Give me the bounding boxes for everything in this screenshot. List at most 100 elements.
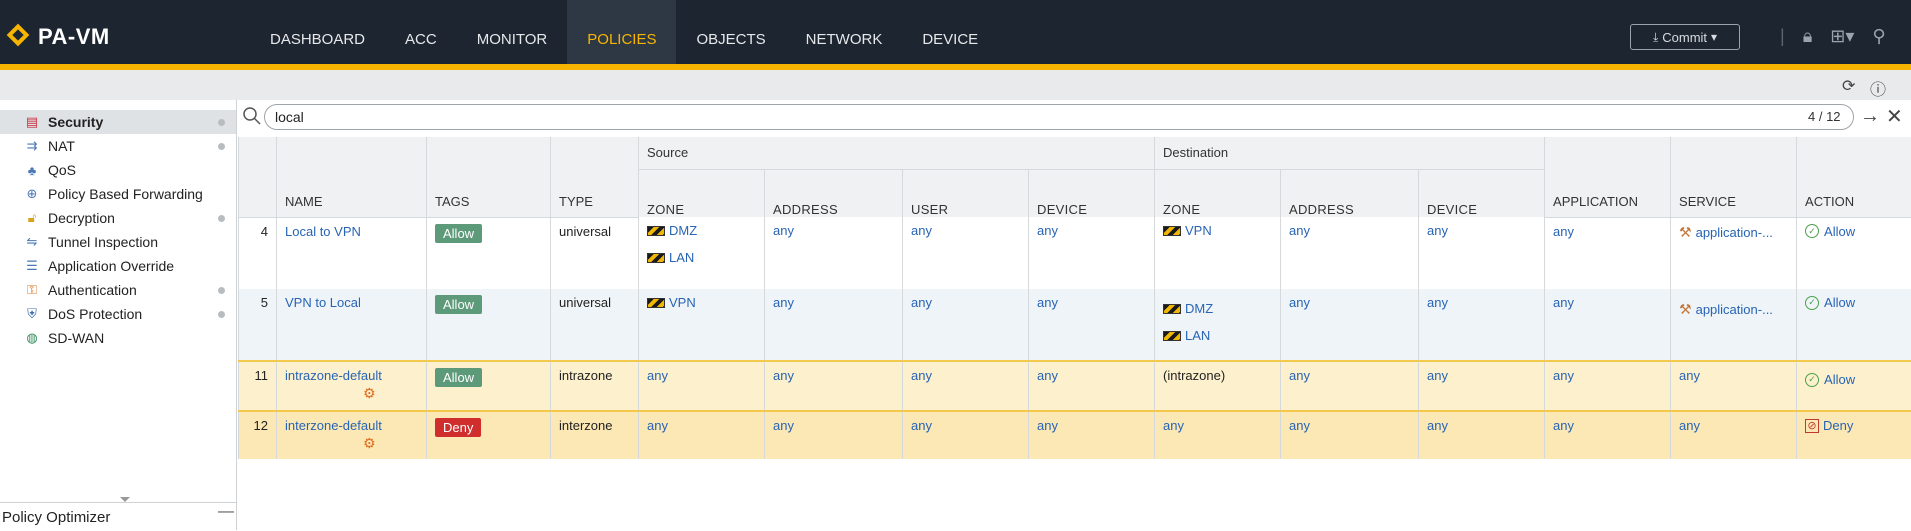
application-link[interactable]: any	[1553, 418, 1574, 433]
logo[interactable]: PA-VM	[8, 24, 110, 50]
tab-device[interactable]: DEVICE	[902, 0, 998, 64]
tag-badge[interactable]: Deny	[435, 418, 481, 437]
zone-link[interactable]: VPN	[669, 295, 696, 310]
source-address-link[interactable]: any	[773, 295, 794, 310]
service-link[interactable]: any	[1679, 418, 1700, 433]
clear-filter-close-icon[interactable]: ✕	[1886, 104, 1903, 129]
tab-objects[interactable]: OBJECTS	[676, 0, 785, 64]
next-match-arrow-icon[interactable]: →	[1860, 105, 1880, 128]
zone-icon	[647, 226, 665, 236]
tab-dashboard[interactable]: DASHBOARD	[250, 0, 385, 64]
tab-policies[interactable]: POLICIES	[567, 0, 676, 64]
destination-device-link[interactable]: any	[1427, 418, 1448, 433]
destination-device-link[interactable]: any	[1427, 295, 1448, 310]
source-device-link[interactable]: any	[1037, 418, 1058, 433]
source-address-link[interactable]: any	[773, 368, 794, 383]
source-zone-link[interactable]: any	[647, 418, 668, 433]
tag-badge[interactable]: Allow	[435, 224, 482, 243]
destination-device-link[interactable]: any	[1427, 223, 1448, 238]
column-header-destination-device[interactable]: DEVICE	[1419, 169, 1545, 217]
sidebar-item-label: Application Override	[48, 258, 174, 274]
sidebar-item-security[interactable]: ▤ Security	[0, 110, 236, 134]
source-user-link[interactable]: any	[911, 295, 932, 310]
minimize-icon[interactable]: —	[218, 503, 234, 521]
column-header-source-zone[interactable]: ZONE	[639, 169, 765, 217]
column-header-destination-zone[interactable]: ZONE	[1155, 169, 1281, 217]
destination-device-link[interactable]: any	[1427, 368, 1448, 383]
tag-badge[interactable]: Allow	[435, 368, 482, 387]
service-link[interactable]: application-...	[1696, 302, 1773, 317]
sidebar-item-label: Decryption	[48, 210, 115, 226]
zone-link[interactable]: LAN	[669, 250, 694, 265]
destination-address-link[interactable]: any	[1289, 295, 1310, 310]
source-user-link[interactable]: any	[911, 368, 932, 383]
action-link[interactable]: Allow	[1824, 224, 1855, 239]
application-link[interactable]: any	[1553, 368, 1574, 383]
sidebar-item-application-override[interactable]: ☰ Application Override	[0, 254, 236, 278]
table-row[interactable]: 12 interzone-default⚙ Deny interzone any…	[239, 411, 1911, 459]
tab-acc[interactable]: ACC	[385, 0, 457, 64]
sidebar-item-dos-protection[interactable]: ⛨ DoS Protection	[0, 302, 236, 326]
application-link[interactable]: any	[1553, 295, 1574, 310]
action-link[interactable]: Allow	[1824, 372, 1855, 387]
service-link[interactable]: any	[1679, 368, 1700, 383]
zone-link[interactable]: DMZ	[669, 223, 697, 238]
policy-optimizer-panel[interactable]: Policy Optimizer —	[0, 502, 236, 531]
column-header-name[interactable]: NAME	[277, 137, 427, 217]
rule-name-link[interactable]: VPN to Local	[285, 295, 361, 310]
table-row[interactable]: 5 VPN to Local Allow universal VPN any a…	[239, 289, 1911, 361]
source-user-link[interactable]: any	[911, 418, 932, 433]
authentication-icon: ⚿	[24, 282, 40, 298]
column-header-tags[interactable]: TAGS	[427, 137, 551, 217]
rule-name-link[interactable]: interzone-default	[285, 418, 382, 433]
column-header-source-user[interactable]: USER	[903, 169, 1029, 217]
tab-network[interactable]: NETWORK	[786, 0, 903, 64]
destination-address-link[interactable]: any	[1289, 418, 1310, 433]
source-user-link[interactable]: any	[911, 223, 932, 238]
sidebar-item-authentication[interactable]: ⚿ Authentication	[0, 278, 236, 302]
action-link[interactable]: Allow	[1824, 295, 1855, 310]
table-row[interactable]: 11 intrazone-default⚙ Allow intrazone an…	[239, 361, 1911, 411]
destination-address-link[interactable]: any	[1289, 368, 1310, 383]
service-link[interactable]: application-...	[1696, 225, 1773, 240]
filter-input[interactable]	[264, 104, 1854, 130]
chevron-down-icon: ▾	[1711, 30, 1717, 44]
sidebar-item-qos[interactable]: ♣ QoS	[0, 158, 236, 182]
sidebar-item-tunnel-inspection[interactable]: ⇋ Tunnel Inspection	[0, 230, 236, 254]
rule-name-link[interactable]: intrazone-default	[285, 368, 382, 383]
table-row[interactable]: 4 Local to VPN Allow universal DMZ LAN a…	[239, 217, 1911, 289]
sidebar-item-policy-based-forwarding[interactable]: ⊕ Policy Based Forwarding	[0, 182, 236, 206]
action-link[interactable]: Deny	[1823, 418, 1853, 433]
destination-zone-link[interactable]: any	[1163, 418, 1184, 433]
sidebar-item-nat[interactable]: ⇉ NAT	[0, 134, 236, 158]
source-device-link[interactable]: any	[1037, 223, 1058, 238]
zone-link[interactable]: LAN	[1185, 328, 1210, 343]
source-address-link[interactable]: any	[773, 418, 794, 433]
search-icon[interactable]: ⚲	[1872, 26, 1885, 47]
column-header-source-address[interactable]: ADDRESS	[765, 169, 903, 217]
column-header-type[interactable]: TYPE	[551, 137, 639, 217]
sidebar-item-sd-wan[interactable]: ◍ SD-WAN	[0, 326, 236, 350]
column-header-destination-address[interactable]: ADDRESS	[1281, 169, 1419, 217]
column-header-application[interactable]: APPLICATION	[1545, 137, 1671, 217]
column-header-action[interactable]: ACTION	[1797, 137, 1911, 217]
help-icon[interactable]: ⓘ	[1870, 76, 1886, 100]
column-header-source-device[interactable]: DEVICE	[1029, 169, 1155, 217]
zone-link[interactable]: DMZ	[1185, 301, 1213, 316]
column-header-service[interactable]: SERVICE	[1671, 137, 1797, 217]
config-actions-icon[interactable]: ⊞▾	[1830, 26, 1854, 47]
sidebar-item-decryption[interactable]: 🔓︎ Decryption	[0, 206, 236, 230]
source-zone-link[interactable]: any	[647, 368, 668, 383]
rule-name-link[interactable]: Local to VPN	[285, 224, 361, 239]
destination-address-link[interactable]: any	[1289, 223, 1310, 238]
source-address-link[interactable]: any	[773, 223, 794, 238]
application-link[interactable]: any	[1553, 224, 1574, 239]
lock-config-icon[interactable]: 🔒︎	[1803, 26, 1813, 47]
source-device-link[interactable]: any	[1037, 295, 1058, 310]
tag-badge[interactable]: Allow	[435, 295, 482, 314]
commit-button[interactable]: ⤓ Commit ▾	[1630, 24, 1740, 50]
refresh-icon[interactable]: ⟳	[1842, 76, 1855, 96]
tab-monitor[interactable]: MONITOR	[457, 0, 568, 64]
source-device-link[interactable]: any	[1037, 368, 1058, 383]
zone-link[interactable]: VPN	[1185, 223, 1212, 238]
